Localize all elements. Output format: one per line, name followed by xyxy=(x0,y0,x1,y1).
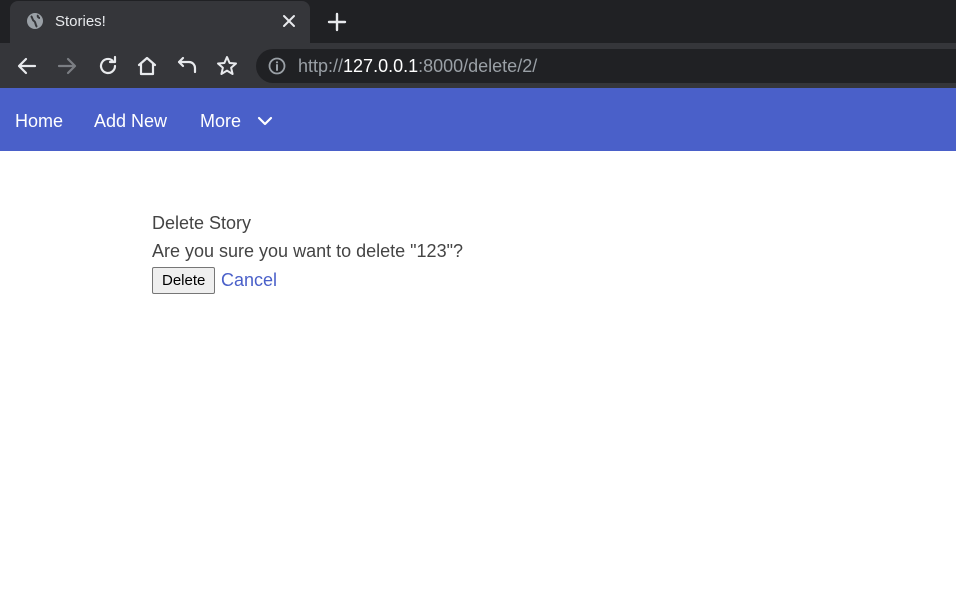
browser-toolbar: http://127.0.0.1:8000/delete/2/ xyxy=(0,43,956,88)
info-icon[interactable] xyxy=(268,57,286,75)
globe-icon xyxy=(27,13,43,29)
reload-icon[interactable] xyxy=(96,54,120,78)
undo-icon[interactable] xyxy=(175,54,199,78)
star-icon[interactable] xyxy=(215,54,239,78)
tab-strip: Stories! xyxy=(0,0,956,43)
site-navbar: Home Add New More xyxy=(0,88,956,151)
url-scheme: http:// xyxy=(298,56,344,76)
close-icon[interactable] xyxy=(280,12,298,30)
nav-add-new-link[interactable]: Add New xyxy=(94,110,167,132)
nav-more-dropdown[interactable]: More xyxy=(200,110,241,132)
back-arrow-icon[interactable] xyxy=(15,54,39,78)
tab-title: Stories! xyxy=(55,13,106,30)
address-bar[interactable]: http://127.0.0.1:8000/delete/2/ xyxy=(256,49,956,83)
plus-icon[interactable] xyxy=(326,11,348,33)
cancel-link[interactable]: Cancel xyxy=(221,268,277,292)
url-path: :8000/delete/2/ xyxy=(418,56,538,76)
browser-tab[interactable]: Stories! xyxy=(10,1,310,43)
nav-home-link[interactable]: Home xyxy=(15,110,63,132)
home-icon[interactable] xyxy=(135,54,159,78)
page-title: Delete Story xyxy=(152,213,252,233)
browser-chrome: Stories! http://127.0.0.1:8000/delete/2/ xyxy=(0,0,956,88)
chevron-down-icon[interactable] xyxy=(257,115,273,127)
url-host: 127.0.0.1 xyxy=(343,56,419,76)
url-text[interactable]: http://127.0.0.1:8000/delete/2/ xyxy=(298,56,537,76)
forward-arrow-icon[interactable] xyxy=(55,54,79,78)
confirmation-message: Are you sure you want to delete "123"? xyxy=(152,241,463,261)
delete-button[interactable]: Delete xyxy=(152,267,216,294)
